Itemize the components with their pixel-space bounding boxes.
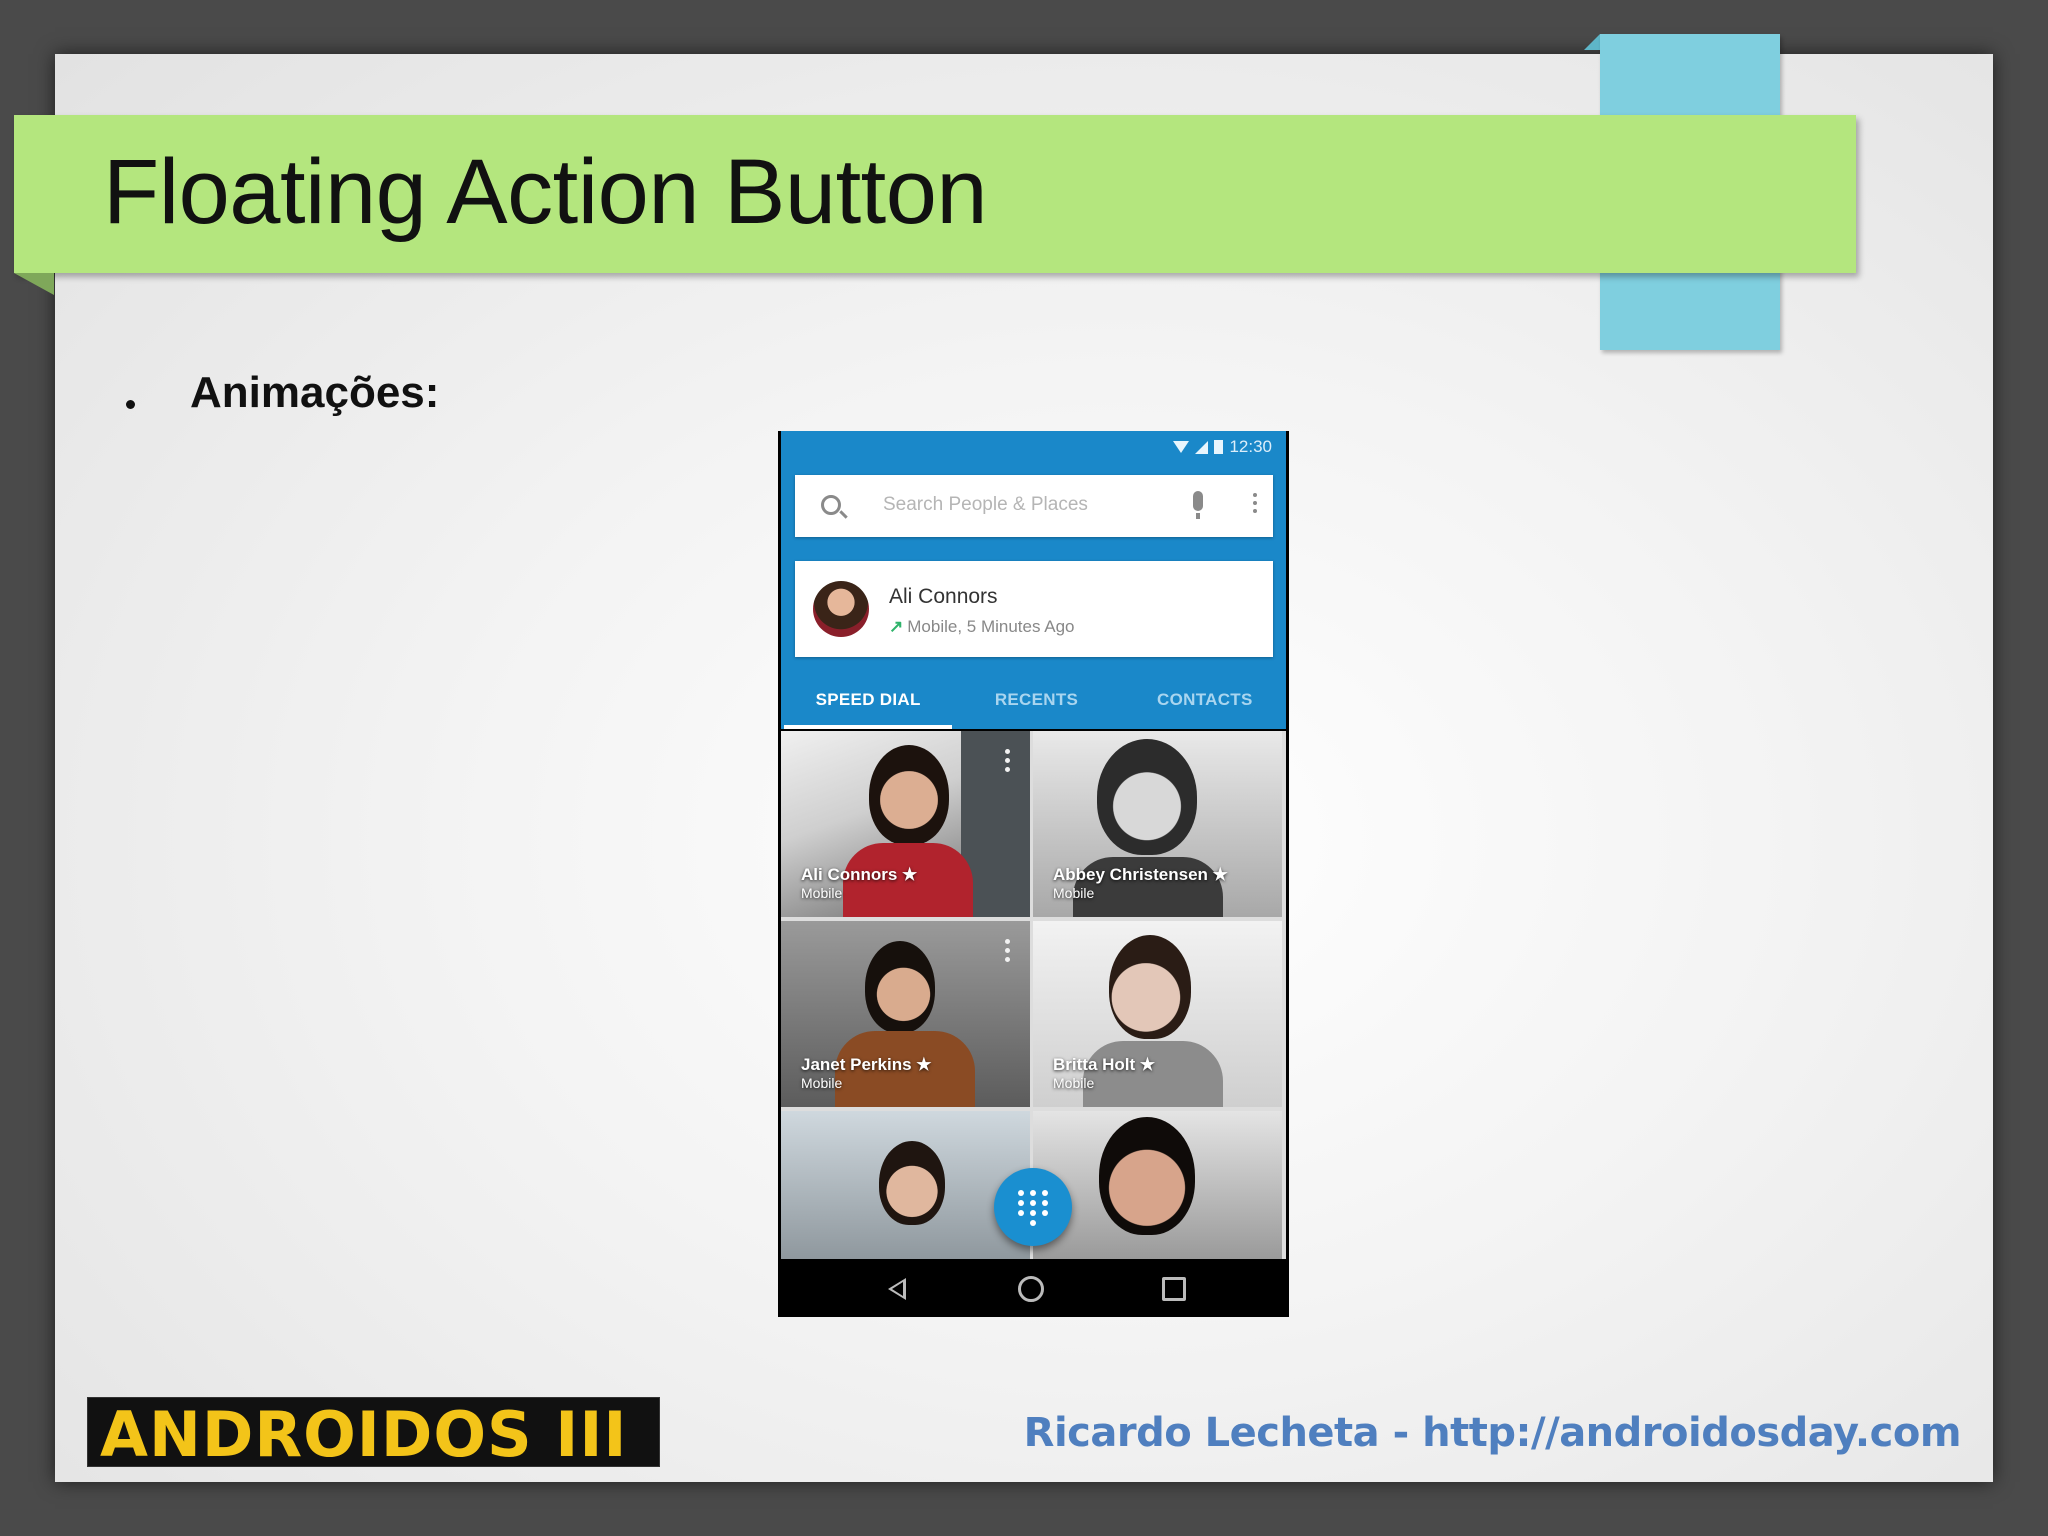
contact-tile[interactable]: Abbey Christensen ★ Mobile bbox=[1033, 731, 1282, 917]
tab-contacts[interactable]: CONTACTS bbox=[1121, 675, 1289, 729]
contact-photo bbox=[879, 1141, 945, 1225]
tab-speed-dial[interactable]: SPEED DIAL bbox=[784, 675, 953, 729]
contact-tile[interactable]: Britta Holt ★ Mobile bbox=[1033, 921, 1282, 1107]
phone-screenshot: 12:30 Search People & Places Ali Connors… bbox=[778, 431, 1289, 1317]
contact-caption: Ali Connors ★ Mobile bbox=[801, 865, 918, 901]
tab-bar: SPEED DIAL RECENTS CONTACTS bbox=[784, 675, 1289, 729]
phone-header: 12:30 Search People & Places Ali Connors… bbox=[781, 431, 1286, 729]
signal-icon bbox=[1195, 440, 1209, 454]
floating-action-button[interactable] bbox=[994, 1168, 1072, 1246]
overflow-menu-icon[interactable] bbox=[1253, 493, 1257, 517]
contact-tile[interactable] bbox=[1033, 1111, 1282, 1259]
more-options-icon[interactable] bbox=[1005, 939, 1010, 966]
wifi-icon bbox=[1173, 441, 1190, 453]
search-placeholder[interactable]: Search People & Places bbox=[883, 494, 1088, 516]
contact-tile[interactable]: Ali Connors ★ Mobile bbox=[781, 731, 1030, 917]
avatar bbox=[813, 581, 869, 637]
title-banner-fold bbox=[14, 273, 54, 295]
status-time: 12:30 bbox=[1229, 437, 1272, 456]
blue-tab-fold bbox=[1584, 34, 1600, 50]
more-options-icon[interactable] bbox=[1005, 749, 1010, 776]
contact-caption: Britta Holt ★ Mobile bbox=[1053, 1055, 1156, 1091]
navigation-bar bbox=[778, 1259, 1289, 1317]
contact-photo bbox=[1099, 1117, 1195, 1235]
contact-photo bbox=[1109, 935, 1191, 1039]
battery-icon bbox=[1214, 440, 1224, 454]
tab-recents[interactable]: RECENTS bbox=[952, 675, 1120, 729]
contact-caption: Abbey Christensen ★ Mobile bbox=[1053, 865, 1228, 901]
logo-text: ANDROIDOS III bbox=[100, 1398, 628, 1471]
search-bar[interactable]: Search People & Places bbox=[795, 475, 1273, 537]
recent-contact-detail: ↗ Mobile, 5 Minutes Ago bbox=[889, 617, 1075, 636]
footer-credit: Ricardo Lecheta - http://androidosday.co… bbox=[1023, 1410, 1962, 1456]
contact-tile[interactable]: Janet Perkins ★ Mobile bbox=[781, 921, 1030, 1107]
dialpad-icon bbox=[1018, 1190, 1048, 1226]
recent-contact-name: Ali Connors bbox=[889, 585, 998, 608]
microphone-icon[interactable] bbox=[1193, 491, 1203, 519]
back-icon[interactable] bbox=[888, 1278, 906, 1300]
outgoing-call-icon: ↗ bbox=[889, 617, 904, 636]
search-icon[interactable] bbox=[821, 495, 841, 515]
contact-caption: Janet Perkins ★ Mobile bbox=[801, 1055, 932, 1091]
recents-icon[interactable] bbox=[1162, 1277, 1186, 1301]
contact-tile[interactable] bbox=[781, 1111, 1030, 1259]
contact-photo bbox=[1097, 739, 1197, 855]
recent-contact-card[interactable]: Ali Connors ↗ Mobile, 5 Minutes Ago bbox=[795, 561, 1273, 657]
status-bar: 12:30 bbox=[1173, 435, 1272, 459]
androidos-logo: ANDROIDOS III bbox=[87, 1397, 660, 1471]
home-icon[interactable] bbox=[1018, 1276, 1044, 1302]
contact-photo bbox=[869, 745, 949, 845]
slide-title: Floating Action Button bbox=[103, 141, 988, 243]
bullet-text: Animações: bbox=[190, 368, 440, 417]
bullet-marker bbox=[126, 400, 135, 409]
contact-photo bbox=[865, 941, 935, 1033]
